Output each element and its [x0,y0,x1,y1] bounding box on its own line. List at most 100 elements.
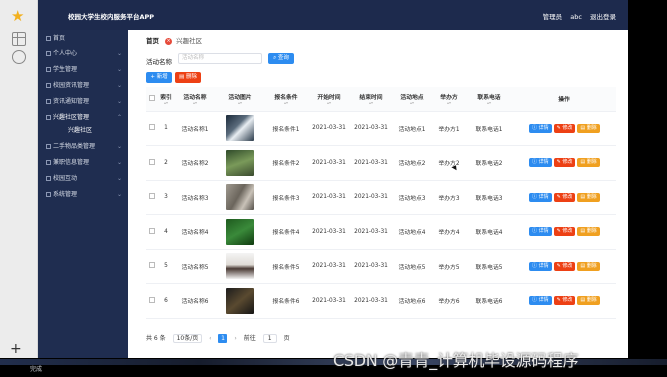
activity-thumbnail[interactable] [226,115,254,142]
col-start-time[interactable]: 开始时间 ▴▾ [308,87,350,112]
col-activity-image[interactable]: 活动图片 ▴▾ [216,87,264,112]
delete-button[interactable]: ▤ 删除 [577,123,600,133]
col-index[interactable]: 索引 ▴▾ [158,87,174,112]
detail-button[interactable]: ⓘ 详情 [529,296,552,306]
condition: 报名条件2 [264,145,308,181]
clock-icon[interactable] [12,50,26,64]
chevron-down-icon: ⌄ [116,191,122,198]
close-icon[interactable]: × [165,37,173,45]
next-page-icon[interactable]: › [234,335,236,342]
edit-button[interactable]: ✎ 修改 [553,261,576,271]
phone: 联系电话3 [466,180,512,215]
breadcrumb-current[interactable]: 兴趣社区 [176,37,202,45]
header-user-area: 管理员 abc 退出登录 [537,11,616,21]
user-icon [46,51,51,56]
delete-button[interactable]: ▤ 删除 [577,261,600,271]
search-input[interactable]: 活动名称 [178,53,262,64]
plus-icon[interactable]: + [10,342,22,356]
logout-link[interactable]: 退出登录 [590,13,616,21]
col-end-time[interactable]: 结束时间 ▴▾ [350,87,392,112]
sort-icon[interactable]: ▴▾ [216,101,264,105]
col-place[interactable]: 活动地点 ▴▾ [392,87,432,112]
row-checkbox[interactable] [146,111,158,146]
delete-button[interactable]: ▤ 删除 [577,227,600,237]
add-button[interactable]: + 新增 [146,72,172,83]
detail-button[interactable]: ⓘ 详情 [529,227,552,237]
search-label: 活动名称 [146,58,172,66]
table-row[interactable]: 5 活动名称5 报名条件5 2021-03-31 2021-03-31 活动地点5 举办方5… [146,249,616,284]
activity-thumbnail[interactable] [226,218,254,245]
activity-thumbnail[interactable] [226,149,254,176]
table-row[interactable]: 4 活动名称4 报名条件4 2021-03-31 2021-03-31 活动地点4 举办方4… [146,214,616,250]
activity-image [216,180,264,215]
delete-button[interactable]: ▤ 删除 [577,158,600,168]
host: 举办方4 [432,214,466,250]
activity-name: 活动名称4 [174,214,216,250]
sidebar-item-campus-news[interactable]: 校园资讯管理 ⌄ [46,80,126,92]
col-phone[interactable]: 联系电话 ▴▾ [466,87,512,112]
sort-icon[interactable]: ▴▾ [308,101,350,105]
breadcrumb-home[interactable]: 首页 [146,37,159,45]
sidebar-item-part-time[interactable]: 兼职信息管理 ⌄ [46,157,126,169]
gear-icon [46,192,51,197]
star-icon[interactable]: ★ [11,8,27,24]
detail-button[interactable]: ⓘ 详情 [529,261,552,271]
sidebar-item-profile[interactable]: 个人中心 ⌄ [46,48,126,60]
detail-button[interactable]: ⓘ 详情 [529,123,552,133]
sidebar-item-home[interactable]: 首页 [46,33,126,45]
host: 举办方5 [432,249,466,284]
row-checkbox[interactable] [146,283,158,319]
page-size-select[interactable]: 10条/页 [172,334,203,343]
sidebar-item-interest-community[interactable]: 兴趣社区管理 ⌃ [46,112,126,124]
sort-icon[interactable]: ▴▾ [350,101,392,105]
select-all-checkbox[interactable] [146,87,158,112]
batch-delete-button[interactable]: ▤ 删除 [175,72,201,83]
edit-button[interactable]: ✎ 修改 [553,296,576,306]
sidebar-item-system[interactable]: 系统管理 ⌄ [46,189,126,201]
grid-icon[interactable] [12,32,26,46]
delete-button[interactable]: ▤ 删除 [577,192,600,202]
detail-button[interactable]: ⓘ 详情 [529,158,552,168]
sort-icon[interactable]: ▴▾ [432,101,466,105]
sort-icon[interactable]: ▴▾ [392,101,432,105]
edit-button[interactable]: ✎ 修改 [553,158,576,168]
user-role: 管理员 [542,13,563,21]
edit-button[interactable]: ✎ 修改 [553,192,576,202]
prev-page-icon[interactable]: ‹ [209,335,211,342]
col-activity-name[interactable]: 活动名称 ▴▾ [174,87,216,112]
row-checkbox[interactable] [146,145,158,181]
sort-icon[interactable]: ▴▾ [466,101,512,105]
phone: 联系电话4 [466,214,512,250]
row-index: 3 [158,180,174,215]
sidebar-item-students[interactable]: 学生管理 ⌄ [46,64,126,76]
end-time: 2021-03-31 [350,180,392,215]
detail-button[interactable]: ⓘ 详情 [529,192,552,202]
edit-button[interactable]: ✎ 修改 [553,123,576,133]
sidebar-item-second-hand[interactable]: 二手物品类管理 ⌄ [46,141,126,153]
page-number[interactable]: 1 [218,334,228,343]
table-row[interactable]: 1 活动名称1 报名条件1 2021-03-31 2021-03-31 活动地点1 举办方1… [146,111,616,146]
row-checkbox[interactable] [146,180,158,215]
table-row[interactable]: 3 活动名称3 报名条件3 2021-03-31 2021-03-31 活动地点3 举办方3… [146,180,616,215]
sort-icon[interactable]: ▴▾ [174,101,216,105]
host: 举办方2 [432,145,466,181]
delete-button[interactable]: ▤ 删除 [577,296,600,306]
col-condition[interactable]: 报名条件 ▴▾ [264,87,308,112]
activity-thumbnail[interactable] [226,287,254,314]
phone: 联系电话5 [466,249,512,284]
activity-thumbnail[interactable] [226,253,254,280]
sidebar-item-campus-interaction[interactable]: 校园互动 ⌄ [46,173,126,185]
activity-name: 活动名称1 [174,111,216,146]
sort-icon[interactable]: ▴▾ [158,101,174,105]
sort-icon[interactable]: ▴▾ [264,101,308,105]
row-checkbox[interactable] [146,214,158,250]
col-host[interactable]: 举办方 ▴▾ [432,87,466,112]
activity-thumbnail[interactable] [226,184,254,211]
search-button[interactable]: ⌕ 查询 [268,53,294,64]
table-row[interactable]: 6 活动名称6 报名条件6 2021-03-31 2021-03-31 活动地点6 举办方6… [146,283,616,319]
table-row[interactable]: 2 活动名称2 报名条件2 2021-03-31 2021-03-31 活动地点2 举办方2… [146,145,616,181]
edit-button[interactable]: ✎ 修改 [553,227,576,237]
sidebar-item-notices[interactable]: 资讯通知管理 ⌄ [46,96,126,108]
goto-input[interactable]: 1 [262,334,277,343]
row-checkbox[interactable] [146,249,158,284]
